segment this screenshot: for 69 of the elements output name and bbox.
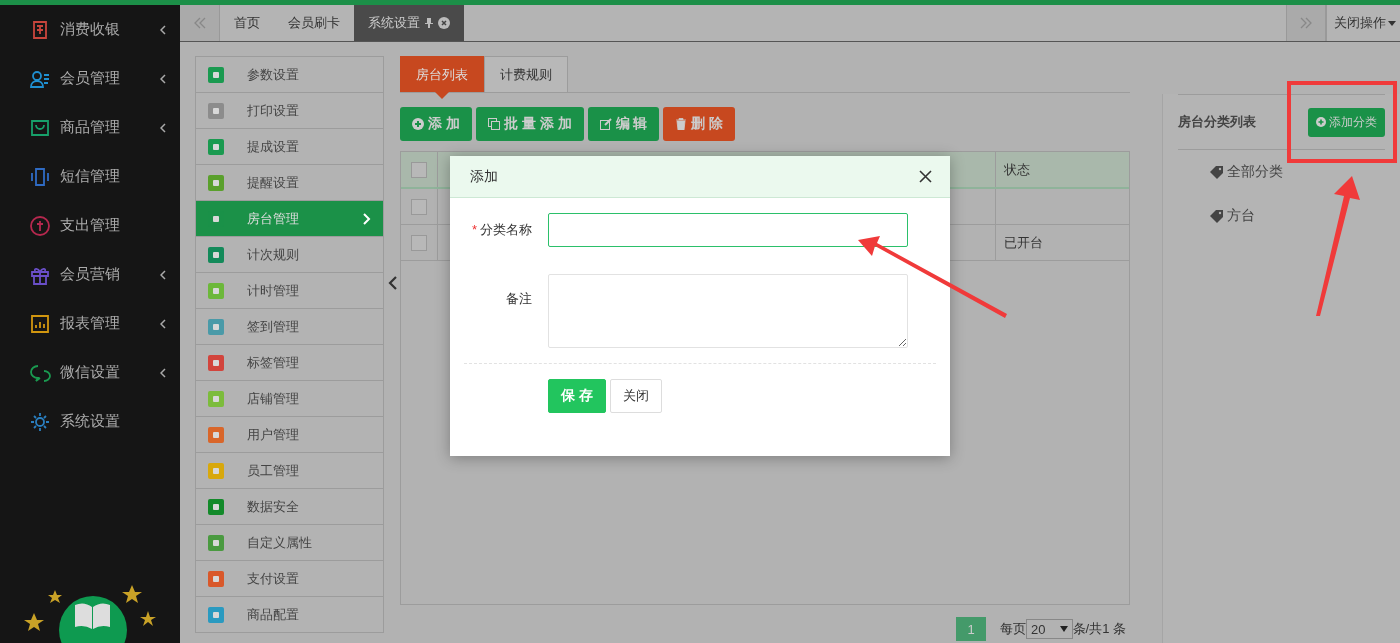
settings-menu-item[interactable]: 用户管理 bbox=[196, 416, 383, 452]
settings-menu-item[interactable]: 标签管理 bbox=[196, 344, 383, 380]
chevron-icon bbox=[363, 212, 371, 225]
close-icon[interactable] bbox=[919, 170, 932, 183]
nav-item[interactable]: 系统设置 bbox=[0, 397, 180, 446]
nav-item[interactable]: 会员管理 bbox=[0, 54, 180, 103]
caret-icon bbox=[1059, 626, 1068, 632]
per-page-select[interactable]: 20 bbox=[1026, 619, 1073, 639]
category-item[interactable]: 方台 bbox=[1178, 194, 1385, 238]
settings-menu-item[interactable]: 员工管理 bbox=[196, 452, 383, 488]
collapse-icon[interactable] bbox=[387, 276, 397, 290]
column-header: 状态 bbox=[1003, 160, 1031, 179]
tag-icon bbox=[1210, 209, 1223, 223]
field-label: 备注 bbox=[505, 290, 533, 308]
dialog-button[interactable]: 关闭 bbox=[609, 379, 662, 413]
nav-item[interactable]: 商品管理 bbox=[0, 103, 180, 152]
button-icon bbox=[487, 118, 500, 130]
settings-menu-item[interactable]: 打印设置 bbox=[196, 92, 383, 128]
nav-item[interactable]: 会员营销 bbox=[0, 250, 180, 299]
checkbox[interactable] bbox=[411, 161, 427, 178]
double-chevron-left-icon bbox=[192, 17, 207, 29]
checkbox[interactable] bbox=[411, 234, 427, 251]
page-tab[interactable]: 系统设置 bbox=[354, 5, 464, 41]
pin-icon[interactable] bbox=[425, 17, 433, 29]
button-icon bbox=[675, 118, 688, 130]
checkbox[interactable] bbox=[411, 198, 427, 215]
scroll-right-button[interactable] bbox=[1286, 5, 1326, 41]
content-tab[interactable]: 计费规则 bbox=[484, 56, 568, 92]
nav-item[interactable]: 微信设置 bbox=[0, 348, 180, 397]
nav-item[interactable]: 短信管理 bbox=[0, 152, 180, 201]
settings-menu-item[interactable]: 支付设置 bbox=[196, 560, 383, 596]
nav-item[interactable]: 消费收银 bbox=[0, 5, 180, 54]
settings-menu-item[interactable]: 店铺管理 bbox=[196, 380, 383, 416]
button-icon bbox=[412, 118, 424, 130]
double-chevron-right-icon bbox=[1299, 17, 1313, 29]
settings-menu-item[interactable]: 参数设置 bbox=[196, 57, 383, 92]
settings-menu-item[interactable]: 签到管理 bbox=[196, 308, 383, 344]
close-icon[interactable] bbox=[438, 17, 450, 29]
input-field[interactable] bbox=[548, 213, 908, 247]
settings-menu-item[interactable]: 提成设置 bbox=[196, 128, 383, 164]
panel-title: 房台分类列表 bbox=[1178, 113, 1256, 131]
settings-menu-item[interactable]: 自定义属性 bbox=[196, 524, 383, 560]
text-area[interactable] bbox=[548, 274, 908, 348]
total-count: 条/共1 条 bbox=[1072, 620, 1126, 638]
toolbar-button[interactable]: 添 加 bbox=[400, 107, 472, 141]
toolbar-button[interactable]: 批 量 添 加 bbox=[475, 107, 584, 141]
tab-pointer bbox=[435, 92, 449, 99]
nav-item[interactable]: 报表管理 bbox=[0, 299, 180, 348]
page-tab[interactable]: 首页 bbox=[220, 5, 274, 41]
tag-icon bbox=[1210, 165, 1223, 179]
per-page-label: 每页 bbox=[1000, 620, 1027, 638]
settings-menu-item[interactable]: 计时管理 bbox=[196, 272, 383, 308]
page-tab[interactable]: 会员刷卡 bbox=[274, 5, 354, 41]
toolbar-button[interactable]: 删 除 bbox=[663, 107, 736, 141]
settings-menu-item[interactable]: 商品配置 bbox=[196, 596, 383, 632]
settings-menu-item[interactable]: 房台管理 bbox=[196, 200, 383, 236]
scroll-left-button[interactable] bbox=[180, 5, 220, 41]
settings-menu-item[interactable]: 计次规则 bbox=[196, 236, 383, 272]
button-icon bbox=[599, 118, 612, 130]
category-item[interactable]: 全部分类 bbox=[1178, 150, 1385, 194]
caret-icon bbox=[1388, 20, 1396, 26]
add-category-button[interactable]: 添加分类 bbox=[1308, 107, 1385, 137]
dialog-title: 添加 bbox=[470, 167, 498, 186]
table-cell: 已开台 bbox=[1004, 233, 1043, 252]
plus-circle-icon bbox=[1316, 117, 1326, 127]
nav-item[interactable]: 支出管理 bbox=[0, 201, 180, 250]
settings-menu-item[interactable]: 数据安全 bbox=[196, 488, 383, 524]
field-label: * 分类名称 bbox=[470, 221, 533, 239]
toolbar-button[interactable]: 编 辑 bbox=[587, 107, 660, 141]
